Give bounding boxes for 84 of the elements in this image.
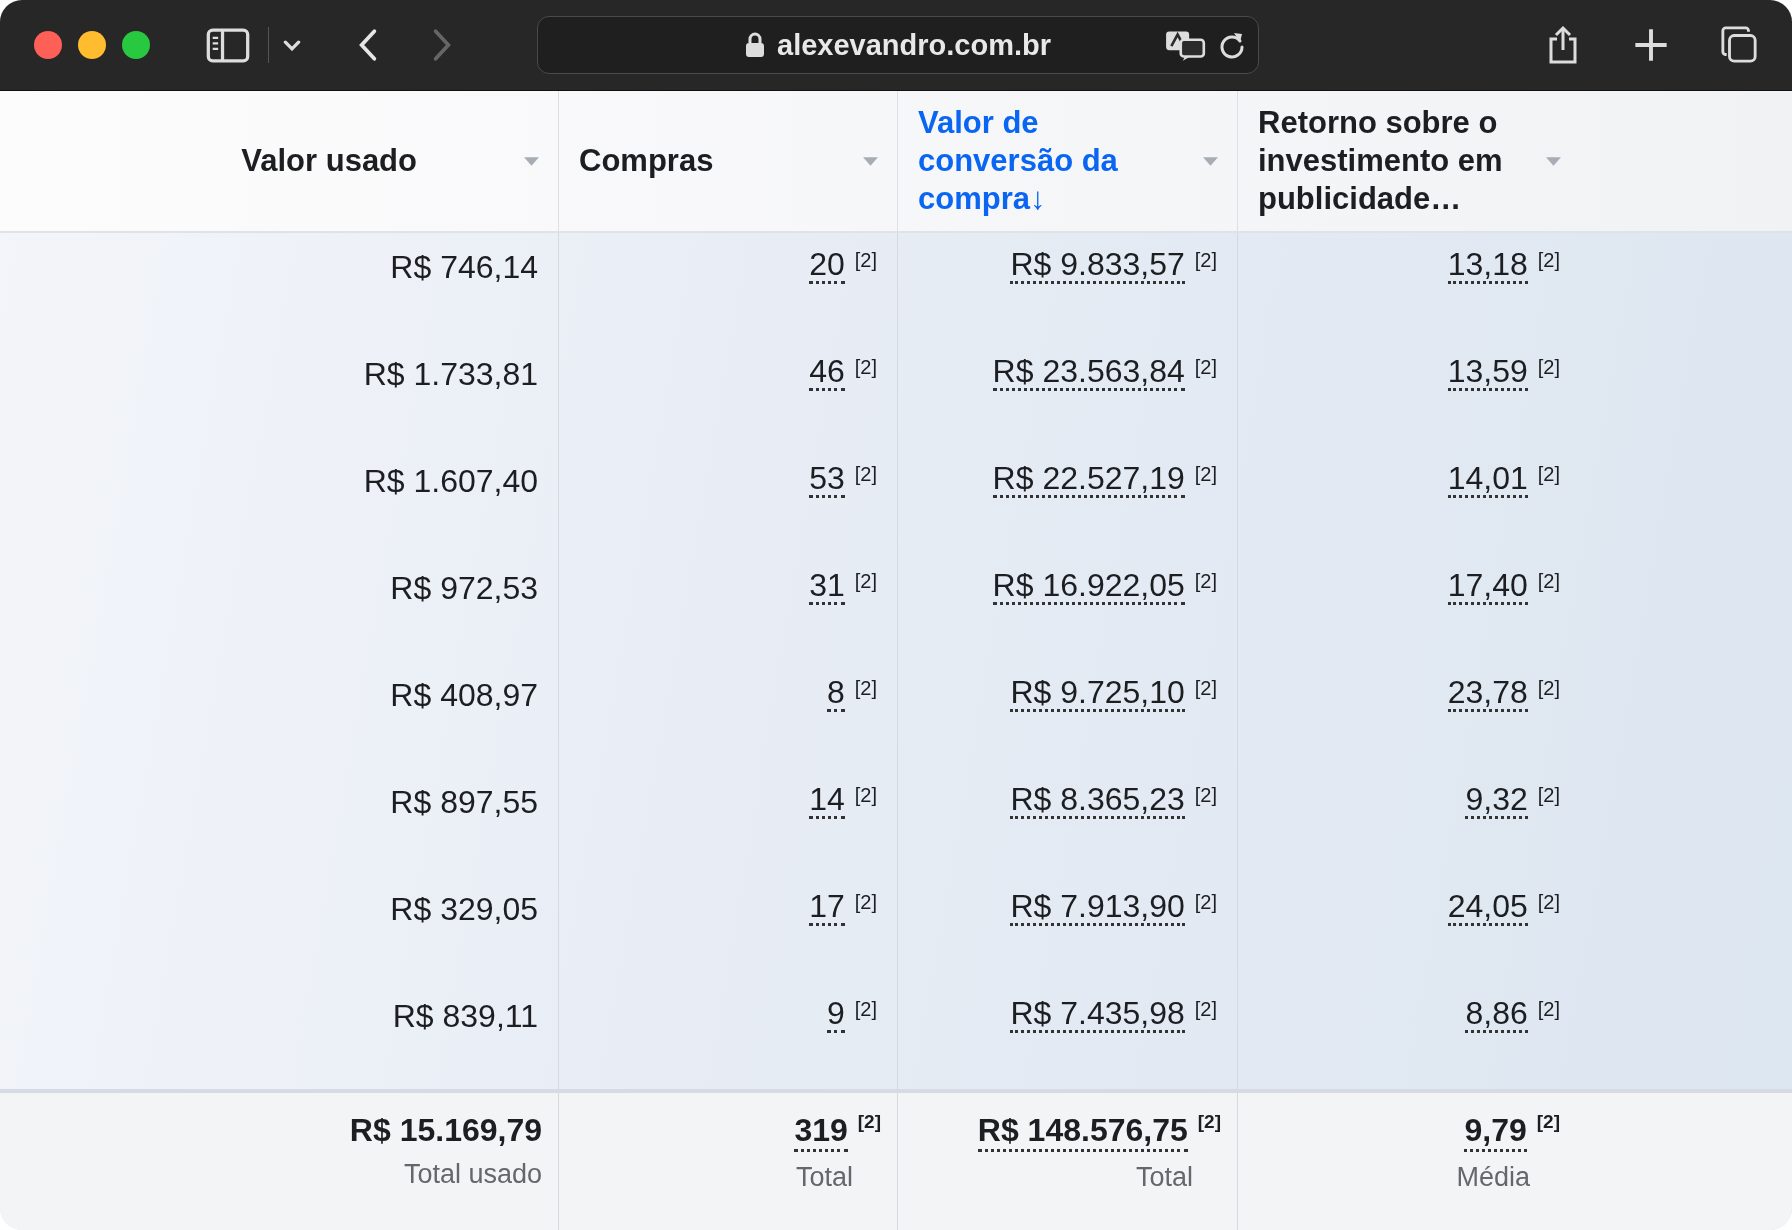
- footnote-mark: [2]: [1537, 891, 1560, 914]
- column-header[interactable]: Valor de conversão da compra↓: [898, 91, 1238, 231]
- table-cell: R$ 23.563,84: [992, 354, 1185, 391]
- total-value: 319: [794, 1111, 848, 1152]
- total-value: R$ 15.169,79: [349, 1111, 542, 1149]
- footnote-mark: [2]: [1194, 677, 1217, 700]
- footnote-mark: [2]: [1194, 784, 1217, 807]
- table-cell: R$ 22.527,19: [992, 461, 1185, 498]
- footnote-mark: [2]: [857, 1111, 881, 1133]
- footnote-mark: [2]: [1194, 570, 1217, 593]
- column-header[interactable]: Valor usado: [0, 91, 559, 231]
- translate-icon[interactable]: [1164, 28, 1208, 62]
- address-bar[interactable]: alexevandro.com.br: [537, 16, 1259, 74]
- table-cell: 14,01: [1447, 461, 1528, 498]
- zoom-button[interactable]: [122, 31, 150, 59]
- minimize-button[interactable]: [78, 31, 106, 59]
- table-cell: R$ 9.725,10: [1010, 675, 1185, 712]
- footnote-mark: [2]: [1537, 249, 1560, 272]
- footnote-mark: [2]: [1197, 1111, 1221, 1133]
- footnote-mark: [2]: [854, 784, 877, 807]
- total-value: R$ 148.576,75: [977, 1111, 1188, 1152]
- footnote-mark: [2]: [1537, 356, 1560, 379]
- footnote-mark: [2]: [1537, 570, 1560, 593]
- table-cell: 53: [809, 461, 845, 498]
- footnote-mark: [2]: [1537, 463, 1560, 486]
- table-cell: 20: [809, 247, 845, 284]
- footnote-mark: [2]: [854, 891, 877, 914]
- total-caption: Total usado: [403, 1159, 542, 1190]
- table-cell: 13,18: [1447, 247, 1528, 284]
- sidebar-icon[interactable]: [206, 27, 250, 63]
- table-cell-text: R$ 839,11: [392, 997, 538, 1036]
- table-cell-text: R$ 746,14: [390, 248, 538, 287]
- table-cell: 17,40: [1447, 568, 1528, 605]
- table-cell-text: R$ 972,53: [390, 569, 538, 608]
- table-cell: 17: [809, 889, 845, 926]
- table-cell: 23,78: [1447, 675, 1528, 712]
- table-cell: 8: [826, 675, 845, 712]
- table-cell: R$ 16.922,05: [992, 568, 1185, 605]
- column-header[interactable]: Retorno sobre o investimento em publicidade…: [1238, 91, 1792, 231]
- table-cell: R$ 8.365,23: [1010, 782, 1185, 819]
- forward-icon[interactable]: [431, 28, 453, 62]
- tabs-overview-icon[interactable]: [1720, 25, 1758, 65]
- footnote-mark: [2]: [1537, 784, 1560, 807]
- lock-icon: [745, 32, 765, 58]
- table-cell: R$ 7.913,90: [1010, 889, 1185, 926]
- table-cell-text: R$ 329,05: [390, 890, 538, 929]
- url-text: alexevandro.com.br: [777, 28, 1051, 62]
- footnote-mark: [2]: [1194, 356, 1217, 379]
- table-cell-text: R$ 408,97: [390, 676, 538, 715]
- table-cell: 9,32: [1465, 782, 1528, 819]
- footnote-mark: [2]: [1194, 998, 1217, 1021]
- table-cell-text: R$ 897,55: [390, 783, 538, 822]
- footnote-mark: [2]: [854, 463, 877, 486]
- total-caption: Total: [1135, 1162, 1193, 1193]
- footnote-mark: [2]: [854, 677, 877, 700]
- footnote-mark: [2]: [1537, 677, 1560, 700]
- table-cell: R$ 9.833,57: [1010, 247, 1185, 284]
- table-cell: 31: [809, 568, 845, 605]
- footnote-mark: [2]: [1537, 998, 1560, 1021]
- footnote-mark: [2]: [854, 356, 877, 379]
- footnote-mark: [2]: [854, 249, 877, 272]
- total-caption: Total: [795, 1162, 853, 1193]
- chevron-down-icon[interactable]: [283, 39, 301, 51]
- table-cell: R$ 7.435,98: [1010, 996, 1185, 1033]
- table-cell: 46: [809, 354, 845, 391]
- total-caption: Média: [1456, 1162, 1530, 1193]
- table-cell: 8,86: [1465, 996, 1528, 1033]
- table-cell: 9: [826, 996, 845, 1033]
- footnote-mark: [2]: [1194, 463, 1217, 486]
- table-cell-text: R$ 1.733,81: [363, 355, 538, 394]
- table-cell: 14: [809, 782, 845, 819]
- back-icon[interactable]: [357, 28, 379, 62]
- footnote-mark: [2]: [854, 570, 877, 593]
- footnote-mark: [2]: [1536, 1111, 1560, 1133]
- footnote-mark: [2]: [854, 998, 877, 1021]
- footnote-mark: [2]: [1194, 891, 1217, 914]
- close-button[interactable]: [34, 31, 62, 59]
- reload-icon[interactable]: [1218, 30, 1246, 60]
- table-cell-text: R$ 1.607,40: [363, 462, 538, 501]
- total-value: 9,79: [1464, 1111, 1527, 1152]
- table-cell: 24,05: [1447, 889, 1528, 926]
- footnote-mark: [2]: [1194, 249, 1217, 272]
- table-cell: 13,59: [1447, 354, 1528, 391]
- column-header[interactable]: Compras: [559, 91, 898, 231]
